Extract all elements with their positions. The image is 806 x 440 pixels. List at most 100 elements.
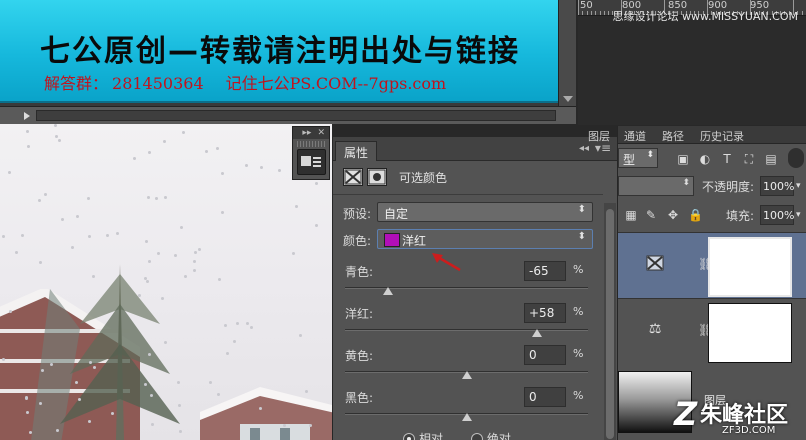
document-vertical-scrollbar[interactable] [558, 0, 576, 110]
slider-thumb[interactable] [531, 329, 542, 337]
properties-scrollbar[interactable] [604, 203, 616, 440]
snowflake [217, 393, 220, 396]
filter-adjustment-icon[interactable]: ◐ [698, 152, 712, 166]
ruler-tick [582, 11, 584, 15]
slider-thumb[interactable] [461, 413, 472, 421]
lock-all-icon[interactable]: 🔒 [688, 208, 703, 222]
snowflake [41, 369, 44, 372]
banner-qq-label: 解答群： [44, 74, 109, 93]
opacity-field[interactable]: 100% [760, 176, 794, 196]
slider-unit: % [573, 389, 584, 402]
filter-pixel-icon[interactable]: ▣ [676, 152, 690, 166]
snowflake [88, 420, 91, 423]
lock-brush-icon[interactable]: ✎ [644, 208, 658, 222]
properties-scroll-thumb[interactable] [606, 209, 614, 439]
collapse-panel-icon[interactable]: ◂◂ [579, 143, 589, 154]
radio-relative[interactable] [403, 433, 415, 440]
snowflake [26, 130, 29, 133]
banner-site: 记住七公PS.COM--7gps.com [225, 74, 447, 93]
snowflake [218, 278, 221, 281]
mask-icon[interactable] [367, 168, 387, 186]
snowflake [2, 235, 5, 238]
fill-field[interactable]: 100% [760, 205, 794, 225]
layer-row-balance[interactable]: ⚖ ⛓ [618, 298, 806, 364]
snowflake [151, 423, 154, 426]
snowflake [8, 171, 11, 174]
snowflake [216, 147, 219, 150]
document-horizontal-scrollbar[interactable] [0, 106, 576, 124]
snowflake [155, 197, 158, 200]
slider-track[interactable] [345, 329, 588, 331]
close-dock-icon[interactable]: ✕ [317, 128, 325, 138]
slider-value-field[interactable]: -65 [524, 261, 566, 281]
snowflake [29, 431, 32, 434]
snowflake [76, 215, 79, 218]
slider-value-field[interactable]: 0 [524, 387, 566, 407]
filter-smart-object-icon[interactable]: ▤ [764, 152, 778, 166]
layer-filter-dropdown[interactable]: 型 ⬍ [618, 148, 658, 168]
filter-shape-icon[interactable]: ⛶ [742, 152, 756, 166]
watermark-missyuan: 思缘设计论坛 www.MISSYUAN.COM [612, 10, 798, 23]
snowflake [161, 297, 164, 300]
snowflake [179, 430, 182, 433]
slider-track[interactable] [345, 287, 588, 289]
slider-thumb[interactable] [382, 287, 393, 295]
snowflake [111, 412, 114, 415]
lock-pixels-icon[interactable]: ▦ [624, 208, 638, 222]
snowflake [54, 124, 57, 127]
snowflake [9, 310, 12, 313]
horizontal-scroll-thumb[interactable] [36, 110, 556, 121]
scroll-right-arrow-icon[interactable] [24, 112, 30, 120]
tab-channels[interactable]: 通道 [624, 128, 646, 144]
selective-color-icon [343, 168, 363, 186]
watermark-url: ZF3D.COM [722, 425, 776, 436]
snowflake [315, 224, 318, 227]
snowflake [106, 234, 109, 237]
method-radio-group: 相对 绝对 [403, 430, 511, 440]
canvas-image[interactable] [0, 124, 332, 440]
dropdown-arrows-icon: ⬍ [646, 150, 654, 160]
opacity-arrow-icon[interactable]: ▾ [796, 181, 801, 191]
tab-layers[interactable]: 图层 [588, 128, 610, 144]
snowflake [315, 182, 318, 185]
tab-properties[interactable]: 属性 [335, 141, 378, 161]
radio-absolute[interactable] [470, 433, 483, 440]
tab-paths[interactable]: 路径 [662, 128, 684, 144]
properties-header: 可选颜色 [343, 165, 447, 189]
layers-tabbar: 图层 通道 路径 历史记录 [588, 126, 806, 144]
preset-dropdown[interactable]: 自定 ⬍ [377, 202, 593, 222]
slider-unit: % [573, 305, 584, 318]
document-window: 七公原创—转载请注明出处与链接 解答群： 281450364 记住七公PS.COM-… [0, 0, 576, 124]
snowflake [295, 205, 298, 208]
banner-subtitle: 解答群： 281450364 记住七公PS.COM--7gps.com [44, 70, 468, 94]
slider-value-field[interactable]: 0 [524, 345, 566, 365]
blend-mode-dropdown[interactable]: ⬍ [618, 176, 694, 196]
filter-type-icon[interactable]: T [720, 152, 734, 166]
fill-arrow-icon[interactable]: ▾ [796, 210, 801, 220]
snowflake [138, 294, 141, 297]
snowflake [147, 196, 150, 199]
colors-dropdown[interactable]: 洋红 ⬍ [377, 229, 593, 249]
slider-thumb[interactable] [461, 371, 472, 379]
snowflake [283, 424, 286, 427]
snowflake [93, 366, 96, 369]
snowflake [61, 218, 64, 221]
ruler-tick [599, 11, 601, 15]
snowflake [148, 151, 151, 154]
color-swatch [384, 233, 400, 247]
filter-toggle-icon[interactable] [788, 148, 804, 168]
snowflake [87, 197, 90, 200]
ruler-tick [801, 11, 803, 15]
layer-row-selective-color[interactable]: ⛓ [618, 232, 806, 298]
expand-panels-icon[interactable]: ▸▸ [302, 128, 311, 138]
filter-value: 型 [623, 153, 636, 167]
layer-mask-thumbnail[interactable] [708, 303, 792, 363]
tab-history[interactable]: 历史记录 [700, 128, 744, 144]
lock-position-icon[interactable]: ✥ [666, 208, 680, 222]
scroll-down-arrow-icon[interactable] [563, 96, 573, 102]
properties-panel-button[interactable] [297, 149, 326, 175]
snowflake [146, 280, 149, 283]
slider-value-field[interactable]: +58 [524, 303, 566, 323]
layer-mask-thumbnail[interactable] [708, 237, 792, 297]
dock-grip[interactable] [297, 141, 325, 147]
